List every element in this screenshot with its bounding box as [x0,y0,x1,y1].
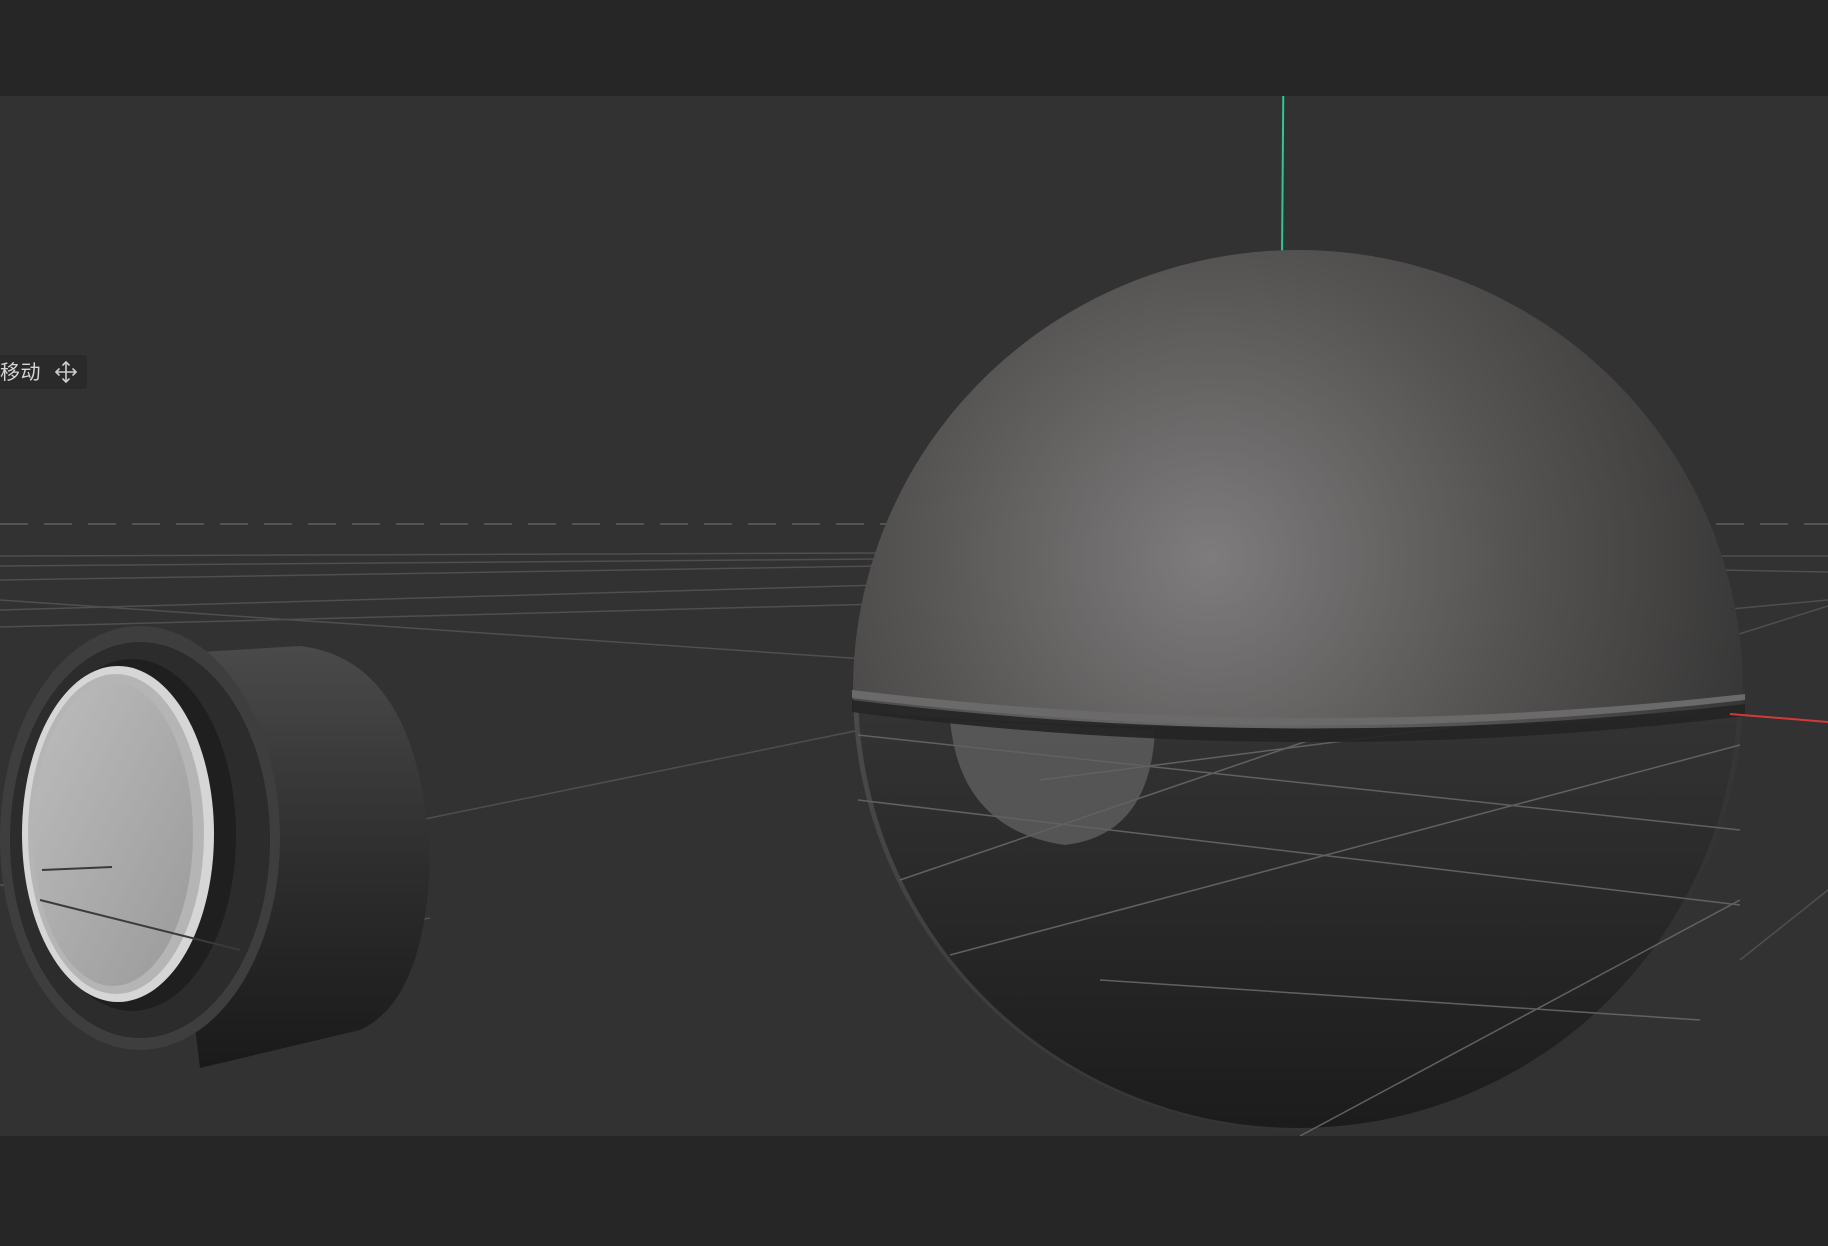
bottom-panel-area [0,1136,1828,1246]
app-window: 移动 [0,0,1828,1246]
move-tool-indicator[interactable]: 移动 [0,355,87,389]
tool-label: 移动 [0,360,41,384]
top-toolbar-area [0,0,1828,96]
3d-viewport[interactable] [0,96,1828,1136]
move-arrows-icon [55,361,77,383]
